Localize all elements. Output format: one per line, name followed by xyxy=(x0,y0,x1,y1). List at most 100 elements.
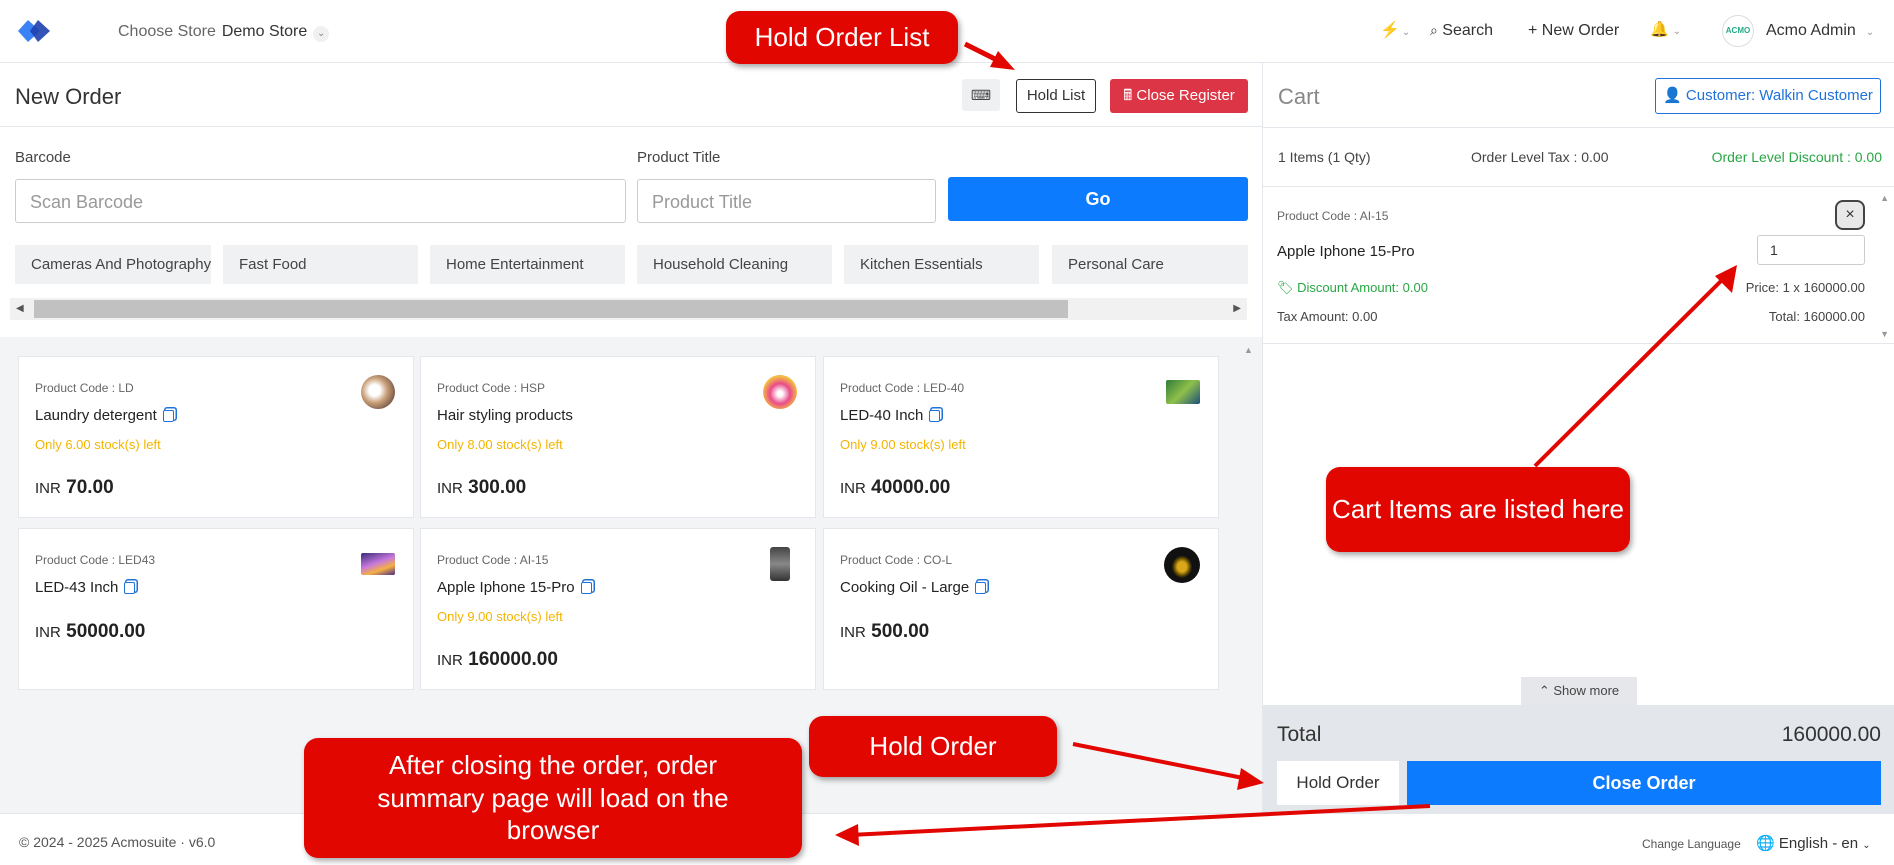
product-price: INR 300.00 xyxy=(437,477,527,498)
new-order-button[interactable]: + New Order xyxy=(1528,22,1619,40)
product-image xyxy=(1164,547,1200,583)
quick-actions-button[interactable]: ⚡ ⌄ xyxy=(1380,20,1410,40)
scroll-right-icon[interactable]: ▶ xyxy=(1233,303,1241,314)
total-label: Total xyxy=(1277,723,1322,746)
product-name: LED-40 Inch xyxy=(840,407,941,424)
search-button[interactable]: ⌕ Search xyxy=(1430,22,1493,40)
user-menu[interactable]: Acmo Admin ⌄ xyxy=(1766,22,1874,40)
hold-order-button[interactable]: Hold Order xyxy=(1277,761,1399,805)
search-label: Search xyxy=(1442,22,1493,39)
cart-title: Cart xyxy=(1278,84,1320,109)
scrollbar-thumb[interactable] xyxy=(34,300,1068,318)
product-image xyxy=(361,375,395,409)
cart-item-discount[interactable]: 🏷 Discount Amount: 0.00 xyxy=(1277,280,1428,296)
cart-item-name: Apple Iphone 15-Pro xyxy=(1277,243,1415,260)
barcode-label: Barcode xyxy=(15,149,71,166)
cart-item-tax: Tax Amount: 0.00 xyxy=(1277,309,1378,324)
chevron-down-icon: ⌄ xyxy=(1865,27,1875,38)
globe-icon: 🌐 xyxy=(1756,835,1775,852)
keyboard-icon[interactable]: ⌨ xyxy=(962,79,1000,111)
chevron-down-icon: ⌄ xyxy=(1672,26,1682,37)
callout-hold-order: Hold Order xyxy=(809,716,1057,777)
category-tab[interactable]: Kitchen Essentials xyxy=(844,245,1039,284)
product-card[interactable]: Product Code : LED-40 LED-40 Inch Only 9… xyxy=(823,356,1219,518)
language-selector[interactable]: 🌐 English - en ⌄ xyxy=(1756,834,1871,852)
product-code: Product Code : LED-40 xyxy=(840,381,965,395)
category-tab[interactable]: Home Entertainment xyxy=(430,245,625,284)
copy-icon[interactable] xyxy=(124,582,136,595)
product-card[interactable]: Product Code : LED43 LED-43 Inch INR 500… xyxy=(18,528,414,690)
category-tab[interactable]: Household Cleaning xyxy=(637,245,832,284)
scroll-down-icon[interactable]: ▼ xyxy=(1880,329,1889,339)
copy-icon[interactable] xyxy=(929,410,941,423)
category-tab[interactable]: Cameras And Photography xyxy=(15,245,211,284)
copy-icon[interactable] xyxy=(975,582,987,595)
notifications-button[interactable]: 🔔 ⌄ xyxy=(1650,20,1681,39)
category-tab[interactable]: Personal Care xyxy=(1052,245,1248,284)
app-logo-icon[interactable] xyxy=(18,18,50,44)
product-price: INR 160000.00 xyxy=(437,649,558,670)
product-price: INR 500.00 xyxy=(840,621,930,642)
product-code: Product Code : LD xyxy=(35,381,134,395)
items-summary: 1 Items (1 Qty) xyxy=(1278,149,1371,165)
product-price: INR 40000.00 xyxy=(840,477,951,498)
product-price: INR 50000.00 xyxy=(35,621,146,642)
product-card[interactable]: Product Code : HSP Hair styling products… xyxy=(420,356,816,518)
bell-icon: 🔔 xyxy=(1650,21,1669,38)
user-edit-icon: 👤 xyxy=(1663,87,1682,104)
copy-icon[interactable] xyxy=(580,582,592,595)
cart-total-bar: Total 160000.00 Hold Order Close Order xyxy=(1263,705,1894,813)
scroll-left-icon[interactable]: ◀ xyxy=(16,303,24,314)
hold-list-button[interactable]: Hold List xyxy=(1016,79,1096,113)
tag-icon: 🏷 xyxy=(1277,280,1294,295)
product-title-label: Product Title xyxy=(637,149,721,166)
stock-warning: Only 9.00 stock(s) left xyxy=(840,437,966,452)
close-register-button[interactable]: 🖩 Close Register xyxy=(1110,79,1248,113)
close-order-button[interactable]: Close Order xyxy=(1407,761,1881,805)
cart-item-code: Product Code : AI-15 xyxy=(1277,209,1389,223)
product-code: Product Code : AI-15 xyxy=(437,553,549,567)
chevrons-up-icon: ⌃ xyxy=(1538,683,1550,698)
product-price: INR 70.00 xyxy=(35,477,114,498)
page-title: New Order xyxy=(15,84,122,109)
store-value: Demo Store xyxy=(221,23,308,40)
customer-label: Customer: Walkin Customer xyxy=(1685,87,1873,104)
store-selector[interactable]: Choose Store Demo Store ⌄ xyxy=(118,23,330,42)
product-image xyxy=(763,375,797,409)
product-code: Product Code : LED43 xyxy=(35,553,156,567)
cart-item-price: Price: 1 x 160000.00 xyxy=(1745,280,1865,295)
go-button[interactable]: Go xyxy=(948,177,1248,221)
scroll-up-icon[interactable]: ▲ xyxy=(1244,345,1253,355)
chevron-down-icon: ⌄ xyxy=(1401,27,1411,38)
remove-item-icon[interactable]: × xyxy=(1835,200,1865,230)
search-icon: ⌕ xyxy=(1430,22,1438,38)
barcode-input[interactable]: Scan Barcode xyxy=(15,179,626,223)
callout-after-closing: After closing the order, order summary p… xyxy=(304,738,802,858)
category-scrollbar[interactable]: ◀ ▶ xyxy=(10,298,1247,320)
product-title-input[interactable]: Product Title xyxy=(637,179,936,223)
cart-summary: 1 Items (1 Qty) Order Level Tax : 0.00 O… xyxy=(1263,127,1894,187)
product-card[interactable]: Product Code : AI-15 Apple Iphone 15-Pro… xyxy=(420,528,816,690)
user-name: Acmo Admin xyxy=(1766,22,1856,39)
quantity-input[interactable]: 1 xyxy=(1757,235,1865,265)
change-language-label: Change Language xyxy=(1642,837,1741,851)
product-name: Apple Iphone 15-Pro xyxy=(437,579,592,596)
product-name: Cooking Oil - Large xyxy=(840,579,987,596)
product-card[interactable]: Product Code : LD Laundry detergent Only… xyxy=(18,356,414,518)
order-header: New Order ⌨ Hold List 🖩 Close Register xyxy=(0,63,1262,127)
product-card[interactable]: Product Code : CO-L Cooking Oil - Large … xyxy=(823,528,1219,690)
chevron-down-icon: ⌄ xyxy=(1862,840,1871,851)
store-label: Choose Store xyxy=(118,23,216,40)
product-name: Hair styling products xyxy=(437,407,573,424)
show-more-button[interactable]: ⌃ Show more xyxy=(1521,677,1637,705)
lightning-icon: ⚡ xyxy=(1380,22,1400,39)
scroll-up-icon[interactable]: ▲ xyxy=(1880,193,1889,203)
avatar[interactable]: ACMO xyxy=(1722,15,1754,47)
copy-icon[interactable] xyxy=(162,410,174,423)
customer-button[interactable]: 👤 Customer: Walkin Customer xyxy=(1655,78,1881,114)
callout-hold-order-list: Hold Order List xyxy=(726,11,958,64)
order-discount[interactable]: Order Level Discount : 0.00 xyxy=(1712,149,1882,165)
callout-cart-items: Cart Items are listed here xyxy=(1326,467,1630,552)
product-code: Product Code : HSP xyxy=(437,381,546,395)
category-tab[interactable]: Fast Food xyxy=(223,245,418,284)
